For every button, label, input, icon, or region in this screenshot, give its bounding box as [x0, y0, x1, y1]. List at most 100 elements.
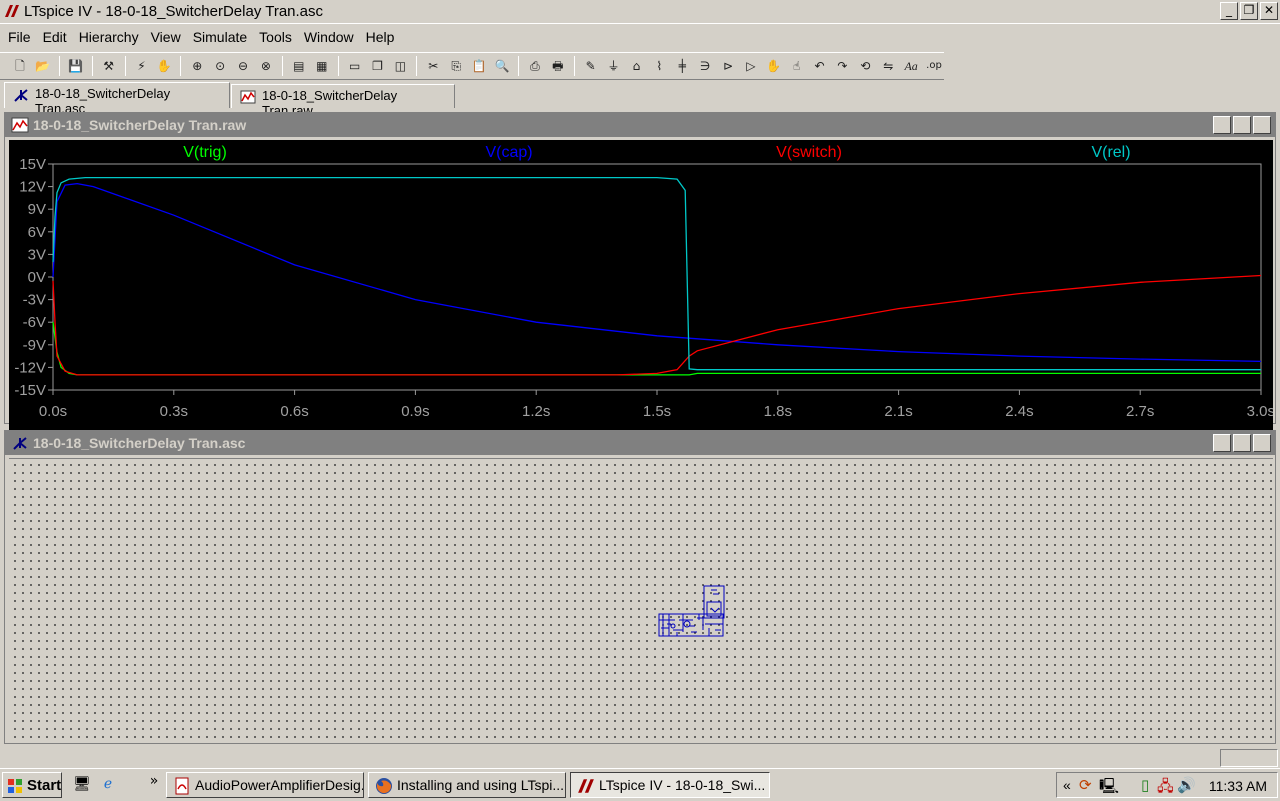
- start-button[interactable]: Start: [2, 772, 62, 798]
- series-line-V(trig): [52, 322, 1261, 376]
- spice-directive-icon[interactable]: .op: [924, 56, 944, 76]
- waveform-chart[interactable]: 15V 12V 9V 6V 3V 0V -3V -6V -9V -12V -15V 0.0s 0.3s 0…: [9, 140, 1275, 422]
- new-schematic-icon[interactable]: 🗋: [10, 56, 30, 76]
- schematic-window-titlebar: 18-0-18_SwitcherDelay Tran.asc _ □ ✕: [5, 431, 1275, 455]
- series-line-V(rel): [52, 176, 1261, 371]
- task-firefox[interactable]: Installing and using LTspi...: [368, 772, 566, 798]
- task-pdf-reader[interactable]: AudioPowerAmplifierDesig...: [166, 772, 364, 798]
- ground-icon[interactable]: ⏚: [604, 56, 624, 76]
- save-icon[interactable]: 💾: [66, 56, 86, 76]
- x-tick-label: 3.0s: [1247, 403, 1273, 420]
- run-icon[interactable]: ⚡: [132, 56, 152, 76]
- halt-icon[interactable]: ✋: [154, 56, 174, 76]
- autorange-icon[interactable]: ▤: [289, 56, 309, 76]
- zoom-out-icon[interactable]: ⊖: [233, 56, 253, 76]
- status-bar: [0, 748, 1280, 768]
- series-line-V(switch): [52, 274, 1262, 376]
- system-tray: « ⟳ 🖳 ▯ 🖧 🔊 11:33 AM: [1056, 772, 1278, 798]
- y-tick-label: 0V: [28, 269, 46, 286]
- schematic-canvas[interactable]: [9, 458, 1273, 738]
- tab-schematic[interactable]: 18-0-18_SwitcherDelay Tran.asc: [4, 82, 230, 116]
- schematic-close-button[interactable]: ✕: [1253, 434, 1271, 452]
- schematic-maximize-button[interactable]: □: [1233, 434, 1251, 452]
- component-icon[interactable]: ▷: [741, 56, 761, 76]
- tile-horizontal-icon[interactable]: ▭: [345, 56, 365, 76]
- menu-window[interactable]: Window: [298, 29, 360, 45]
- schematic-window-title: 18-0-18_SwitcherDelay Tran.asc: [33, 435, 246, 451]
- draw-wire-icon[interactable]: ✎: [581, 56, 601, 76]
- menu-simulate[interactable]: Simulate: [187, 29, 253, 45]
- cascade-icon[interactable]: ❐: [368, 56, 388, 76]
- rotate-icon[interactable]: ⟲: [855, 56, 875, 76]
- move-icon[interactable]: ✋: [764, 56, 784, 76]
- print-icon[interactable]: 🖶: [548, 56, 568, 76]
- y-tick-label: 3V: [28, 246, 46, 263]
- grid-icon[interactable]: ▦: [312, 56, 332, 76]
- open-icon[interactable]: 📂: [33, 56, 53, 76]
- print-setup-icon[interactable]: ⎙: [525, 56, 545, 76]
- show-desktop-icon[interactable]: 🖥: [72, 776, 92, 794]
- restore-button[interactable]: ❐: [1240, 2, 1258, 20]
- x-tick-label: 1.2s: [522, 403, 550, 420]
- mirror-icon[interactable]: ⇋: [878, 56, 898, 76]
- close-button[interactable]: ✕: [1260, 2, 1278, 20]
- diode-icon[interactable]: ⊳: [718, 56, 738, 76]
- undo-icon[interactable]: ↶: [810, 56, 830, 76]
- pan-icon[interactable]: ⊙: [210, 56, 230, 76]
- redo-icon[interactable]: ↷: [833, 56, 853, 76]
- waveform-window-titlebar: 18-0-18_SwitcherDelay Tran.raw _ □ ✕: [5, 113, 1275, 137]
- menu-bar: File Edit Hierarchy View Simulate Tools …: [0, 25, 1280, 49]
- x-tick-label: 1.8s: [764, 403, 792, 420]
- x-tick-label: 0.9s: [401, 403, 429, 420]
- waveform-maximize-button[interactable]: □: [1233, 116, 1251, 134]
- menu-view[interactable]: View: [145, 29, 187, 45]
- waveform-close-button[interactable]: ✕: [1253, 116, 1271, 134]
- monitor-tray-icon[interactable]: 🖳: [1099, 776, 1119, 801]
- control-panel-icon[interactable]: ⚒: [99, 56, 119, 76]
- capacitor-icon[interactable]: ╪: [672, 56, 692, 76]
- copy-icon[interactable]: ⎘: [446, 56, 466, 76]
- zoom-fit-icon[interactable]: ⊗: [256, 56, 276, 76]
- menu-tools[interactable]: Tools: [253, 29, 298, 45]
- y-tick-label: -3V: [23, 292, 46, 309]
- paste-icon[interactable]: 📋: [469, 56, 489, 76]
- legend-label: V(trig): [183, 144, 227, 161]
- firefox-icon: [376, 778, 392, 794]
- minimize-button[interactable]: _: [1220, 2, 1238, 20]
- label-icon[interactable]: ⌂: [626, 56, 646, 76]
- schematic-minimize-button[interactable]: _: [1213, 434, 1231, 452]
- y-tick-label: 9V: [28, 201, 46, 218]
- waveform-minimize-button[interactable]: _: [1213, 116, 1231, 134]
- waveform-icon: [240, 90, 256, 104]
- menu-edit[interactable]: Edit: [37, 29, 73, 45]
- battery-tray-icon[interactable]: ▯: [1141, 776, 1149, 794]
- menu-hierarchy[interactable]: Hierarchy: [73, 29, 145, 45]
- zoom-in-icon[interactable]: ⊕: [187, 56, 207, 76]
- find-icon[interactable]: 🔍: [492, 56, 512, 76]
- menu-file[interactable]: File: [2, 29, 37, 45]
- legend-label: V(rel): [1091, 144, 1130, 161]
- volume-tray-icon[interactable]: 🔊: [1177, 776, 1196, 794]
- firefox-tray-icon[interactable]: ⟳: [1079, 776, 1092, 794]
- waveform-plot[interactable]: 15V 12V 9V 6V 3V 0V -3V -6V -9V -12V -15V 0.0s 0.3s 0…: [9, 140, 1275, 432]
- tab-waveform[interactable]: 18-0-18_SwitcherDelay Tran.raw: [231, 84, 455, 118]
- clock: 11:33 AM: [1208, 778, 1267, 794]
- drag-icon[interactable]: ☝: [787, 56, 807, 76]
- network-tray-icon[interactable]: 🖧: [1157, 776, 1174, 801]
- task-pdf-label: AudioPowerAmplifierDesig...: [195, 777, 364, 793]
- inductor-icon[interactable]: ∋: [695, 56, 715, 76]
- task-ltspice-label: LTspice IV - 18-0-18_Swi...: [599, 777, 766, 793]
- ltspice-logo-icon: [578, 779, 594, 793]
- tray-expand-button[interactable]: «: [1063, 777, 1071, 793]
- series-line-V(cap): [52, 182, 1262, 363]
- text-icon[interactable]: Aa: [901, 56, 921, 76]
- x-tick-label: 2.7s: [1126, 403, 1154, 420]
- schematic-circuit[interactable]: [653, 584, 733, 644]
- internet-explorer-icon[interactable]: ℯ: [98, 776, 118, 794]
- task-ltspice[interactable]: LTspice IV - 18-0-18_Swi...: [570, 772, 770, 798]
- cut-icon[interactable]: ✂: [423, 56, 443, 76]
- quicklaunch-overflow-button[interactable]: »: [144, 773, 164, 791]
- resistor-icon[interactable]: ⌇: [649, 56, 669, 76]
- tile-vertical-icon[interactable]: ◫: [390, 56, 410, 76]
- menu-help[interactable]: Help: [360, 29, 401, 45]
